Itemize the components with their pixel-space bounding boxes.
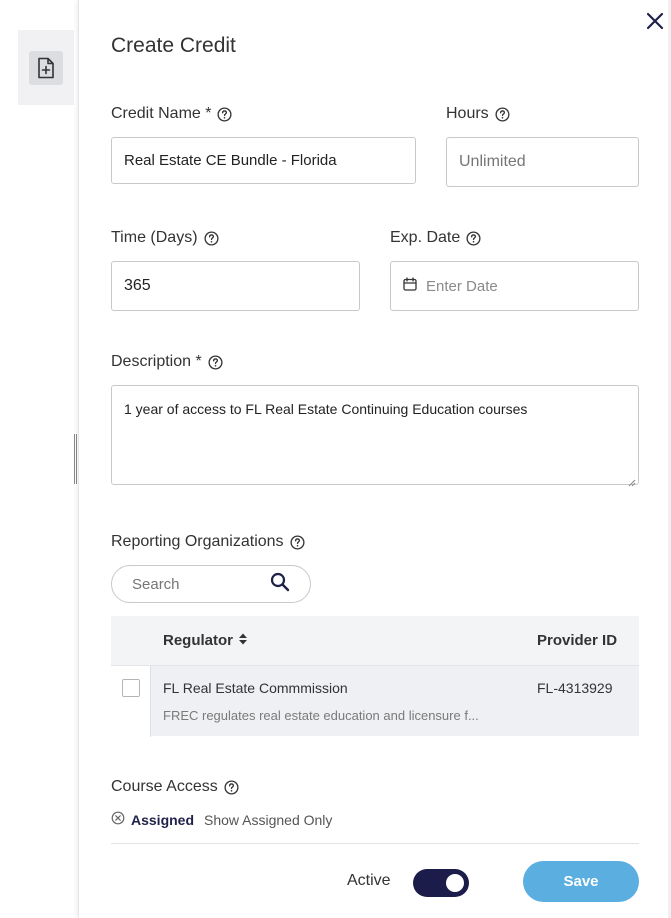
active-label: Active [347, 872, 391, 889]
provider-id-column-header: Provider ID [537, 632, 618, 649]
assigned-filter: Assigned Show Assigned Only [111, 811, 332, 828]
close-icon [645, 11, 665, 36]
left-rail [0, 0, 74, 918]
credit-name-label: Credit Name * [111, 105, 233, 123]
file-plus-icon [29, 50, 63, 85]
help-icon[interactable] [208, 354, 223, 370]
help-icon[interactable] [466, 230, 481, 246]
toggle-knob [446, 874, 464, 892]
sort-icon[interactable] [238, 632, 248, 650]
credit-name-input[interactable] [111, 137, 416, 184]
provider-id-value: FL-4313929 [537, 680, 613, 696]
hours-label: Hours [446, 105, 510, 123]
row-select-cell [111, 666, 151, 737]
create-credit-panel: Create Credit Credit Name * Hours Time (… [78, 0, 671, 918]
active-toggle[interactable] [413, 869, 469, 897]
panel-resize-handle[interactable] [74, 434, 77, 484]
exp-date-label-text: Exp. Date [390, 229, 461, 246]
help-icon[interactable] [203, 230, 219, 246]
credit-name-label-text: Credit Name * [111, 105, 212, 122]
table-row[interactable]: FL Real Estate Commmission FREC regulate… [111, 665, 639, 737]
resize-grip-icon[interactable] [628, 474, 636, 487]
regulator-search[interactable] [111, 565, 311, 603]
exp-date-placeholder: Enter Date [426, 277, 498, 295]
show-assigned-only-text: Show Assigned Only [204, 811, 333, 828]
row-checkbox[interactable] [122, 679, 140, 697]
description-label: Description * [111, 353, 223, 371]
panel-title: Create Credit [111, 34, 236, 57]
course-access-label: Course Access [111, 778, 239, 796]
reporting-orgs-label: Reporting Organizations [111, 533, 305, 551]
help-icon[interactable] [217, 106, 233, 122]
description-textarea[interactable]: 1 year of access to FL Real Estate Conti… [111, 385, 639, 487]
exp-date-input[interactable]: Enter Date [390, 261, 639, 311]
hours-label-text: Hours [446, 105, 489, 122]
description-text: 1 year of access to FL Real Estate Conti… [124, 401, 528, 417]
help-icon[interactable] [224, 779, 239, 795]
regulator-name: FL Real Estate Commmission [163, 680, 348, 696]
regulator-table: Regulator Provider ID FL Real Estate Com… [111, 616, 639, 737]
help-icon[interactable] [495, 106, 510, 122]
hours-input[interactable] [446, 137, 639, 187]
time-days-label-text: Time (Days) [111, 229, 198, 246]
new-document-rail-button[interactable] [18, 30, 74, 105]
regulator-column-header[interactable]: Regulator [163, 632, 248, 650]
reporting-orgs-label-text: Reporting Organizations [111, 533, 284, 550]
search-icon[interactable] [270, 572, 290, 597]
assigned-chip[interactable]: Assigned [131, 812, 194, 828]
regulator-header-text: Regulator [163, 632, 234, 649]
divider [111, 843, 639, 844]
help-icon[interactable] [290, 534, 305, 550]
table-header: Regulator Provider ID [111, 616, 639, 665]
search-input[interactable] [132, 575, 262, 593]
save-button[interactable]: Save [523, 861, 639, 902]
regulator-description: FREC regulates real estate education and… [163, 708, 479, 723]
clear-circle-icon[interactable] [111, 811, 125, 828]
close-button[interactable] [642, 10, 668, 36]
description-label-text: Description * [111, 353, 202, 370]
calendar-icon [403, 277, 417, 295]
course-access-label-text: Course Access [111, 778, 218, 795]
time-days-label: Time (Days) [111, 229, 219, 247]
exp-date-label: Exp. Date [390, 229, 481, 247]
time-days-input[interactable] [111, 261, 360, 311]
